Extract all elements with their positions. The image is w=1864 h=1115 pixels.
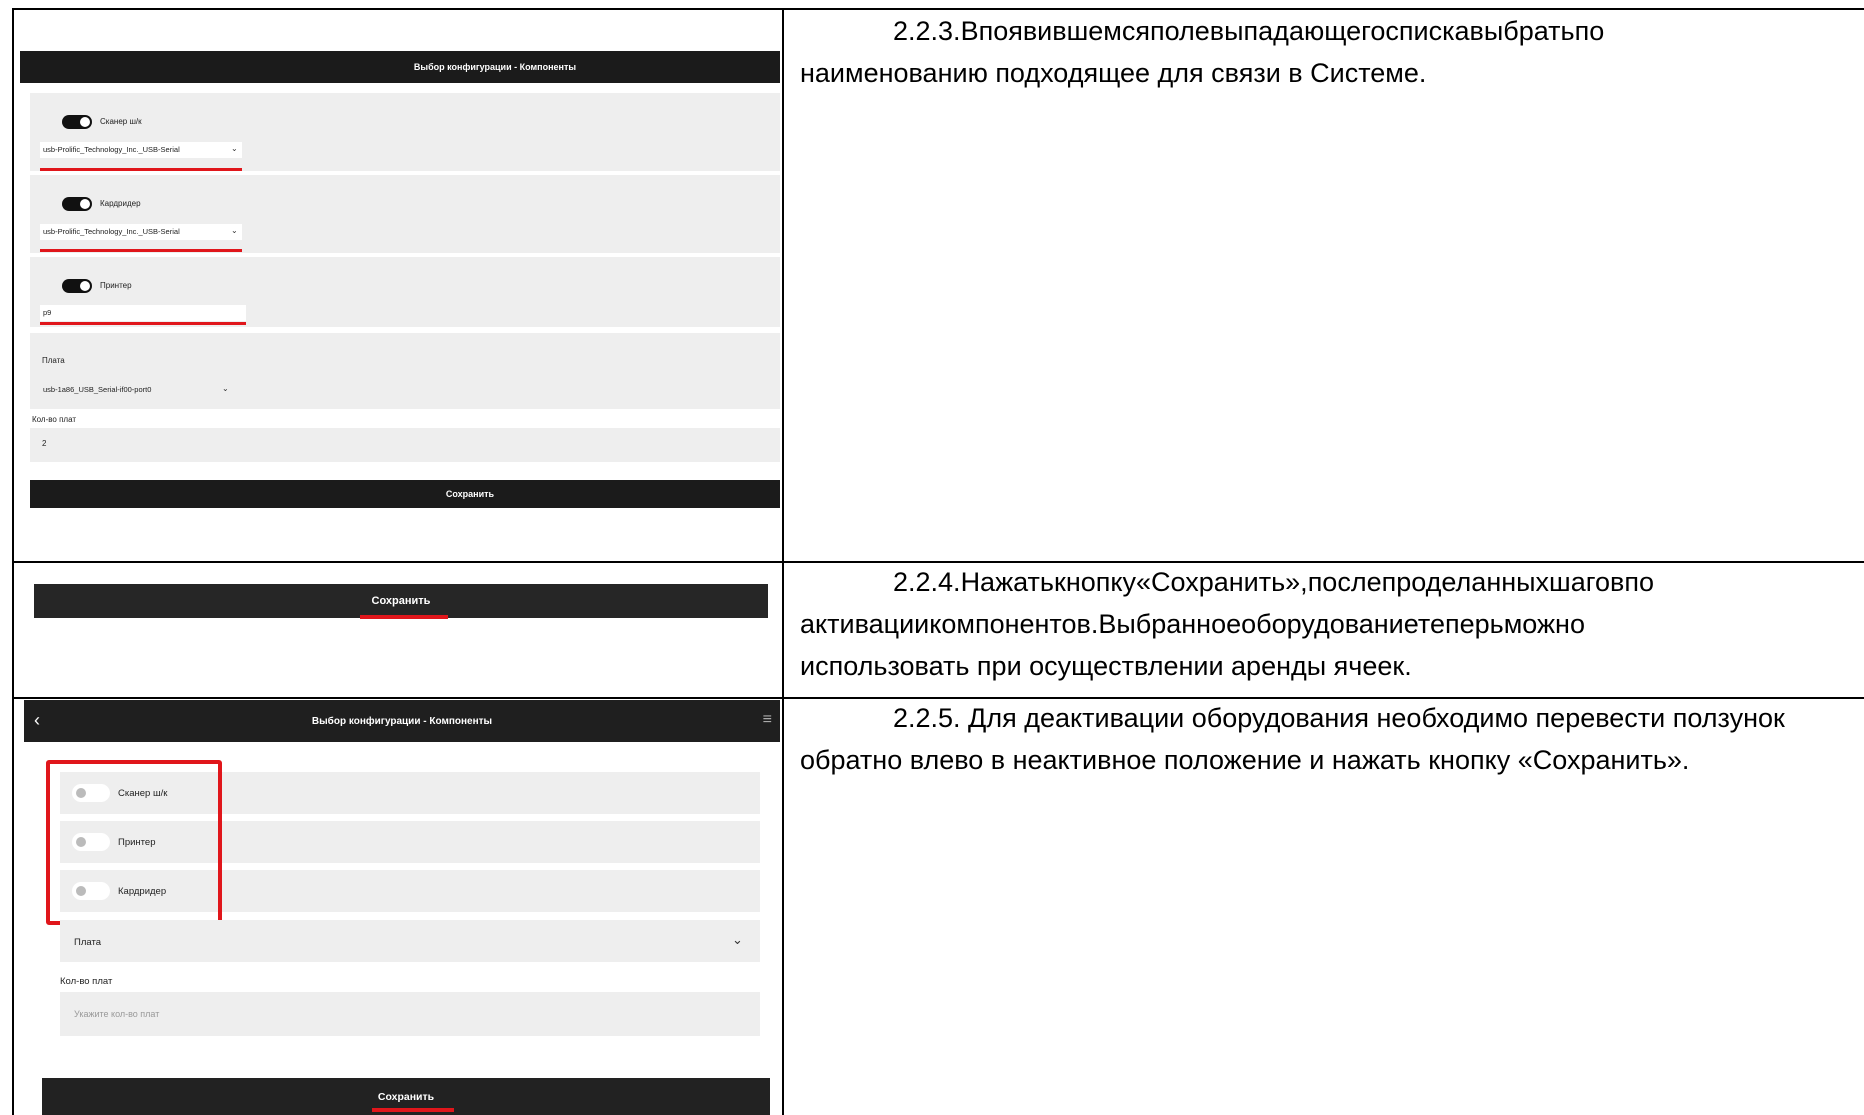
scanner-port-select[interactable]: usb-Prolific_Technology_Inc._USB-Serial [40, 142, 242, 158]
chevron-down-icon: ⌄ [231, 144, 238, 153]
scanner-port-value: usb-Prolific_Technology_Inc._USB-Serial [43, 145, 180, 154]
header-bar: Выбор конфигурации - Компоненты [20, 51, 780, 83]
header-bar: ‹ Выбор конфигурации - Компоненты ≡ [24, 700, 780, 742]
word: «Сохранить», [1135, 567, 1308, 597]
word: оборудование [1241, 609, 1418, 639]
step-2-2-4-line-1: 2.2.4.Нажатькнопку«Сохранить»,послепроде… [800, 561, 1864, 603]
step-2-2-3-line-1: 2.2.3.Впоявившемсяполевыпадающегоспискав… [800, 10, 1864, 52]
word: появившемся [978, 16, 1150, 46]
printer-toggle[interactable] [62, 279, 92, 293]
word: Нажать [960, 567, 1054, 597]
word: по [1574, 16, 1605, 46]
word: списка [1385, 16, 1470, 46]
save-button[interactable]: Сохранить [34, 584, 768, 618]
step-2-2-4-line-2: активациикомпонентов.Выбранноеоборудован… [800, 603, 1864, 645]
screenshot-components-inactive: ‹ Выбор конфигурации - Компоненты ≡ Скан… [14, 700, 780, 1115]
printer-name-value: p9 [43, 308, 52, 317]
step-2-2-4-line-3: использовать при осуществлении аренды яч… [800, 651, 1412, 681]
cardreader-highlight-underline [40, 249, 242, 252]
word: после [1307, 567, 1382, 597]
scanner-label: Сканер ш/к [100, 117, 142, 126]
word: поле [1149, 16, 1210, 46]
step-2-2-5-line-2: обратно влево в неактивное положение и н… [800, 745, 1690, 775]
word: 2.2.4. [893, 567, 961, 597]
board-count-value: 2 [42, 439, 47, 448]
board-port-select[interactable]: usb-1a86_USB_Serial-if00-port0 [40, 382, 250, 398]
word: Выбранное [1098, 609, 1242, 639]
chevron-down-icon: ⌄ [732, 932, 743, 947]
board-label: Плата [74, 937, 101, 948]
word: активации [800, 609, 930, 639]
board-count-label: Кол-во плат [32, 415, 77, 424]
scanner-highlight-underline [40, 168, 242, 171]
save-button-label: Сохранить [445, 489, 495, 499]
save-highlight-underline [360, 615, 448, 619]
step-2-2-3-line-2: наименованию подходящее для связи в Сист… [800, 58, 1427, 88]
save-button[interactable]: Сохранить [30, 480, 780, 508]
board-count-input[interactable]: Укажите кол-во плат [60, 992, 760, 1036]
board-label: Плата [42, 356, 65, 365]
printer-label: Принтер [100, 281, 132, 290]
toggles-highlight-frame [46, 760, 222, 925]
save-button-label: Сохранить [371, 595, 431, 607]
printer-highlight-underline [40, 322, 246, 325]
page-title: Выбор конфигурации - Компоненты [311, 715, 493, 727]
step-2-2-5-text: 2.2.5. Для деактивации оборудования необ… [800, 697, 1864, 781]
word: теперь [1417, 609, 1504, 639]
cardreader-port-value: usb-Prolific_Technology_Inc._USB-Serial [43, 227, 180, 236]
board-port-value: usb-1a86_USB_Serial-if00-port0 [43, 385, 152, 394]
word: шагов [1549, 567, 1625, 597]
word: В [960, 16, 979, 46]
word: 2.2.3. [893, 16, 961, 46]
cardreader-port-select[interactable]: usb-Prolific_Technology_Inc._USB-Serial [40, 224, 242, 240]
board-count-input[interactable]: 2 [30, 428, 780, 462]
cardreader-label: Кардридер [100, 199, 141, 208]
page-title: Выбор конфигурации - Компоненты [413, 62, 577, 72]
document-table: 2.2.3.Впоявившемсяполевыпадающегоспискав… [0, 0, 1864, 1115]
step-2-2-4-text: 2.2.4.Нажатькнопку«Сохранить»,послепроде… [800, 561, 1864, 687]
cardreader-card [30, 175, 780, 253]
step-2-2-5-line-1: 2.2.5. Для деактивации оборудования необ… [893, 703, 1785, 733]
save-button-label: Сохранить [377, 1090, 435, 1103]
step-2-2-3-text: 2.2.3.Впоявившемсяполевыпадающегоспискав… [800, 10, 1864, 94]
menu-icon[interactable]: ≡ [763, 711, 772, 729]
word: компонентов. [929, 609, 1099, 639]
chevron-down-icon: ⌄ [222, 384, 229, 393]
screenshot-components-active: Выбор конфигурации - Компоненты Сканер ш… [20, 45, 780, 515]
printer-name-input[interactable]: p9 [40, 305, 246, 321]
word: выбрать [1469, 16, 1575, 46]
word: проделанных [1381, 567, 1550, 597]
back-icon[interactable]: ‹ [34, 710, 40, 731]
board-count-placeholder: Укажите кол-во плат [74, 1009, 160, 1019]
word: можно [1503, 609, 1585, 639]
word: по [1624, 567, 1654, 597]
word: кнопку [1054, 567, 1136, 597]
scanner-card [30, 93, 780, 171]
save-highlight-underline [372, 1108, 454, 1112]
chevron-down-icon: ⌄ [231, 226, 238, 235]
board-select[interactable]: Плата ⌄ [60, 920, 760, 962]
scanner-toggle[interactable] [62, 115, 92, 129]
screenshot-save-button: Сохранить [20, 570, 780, 690]
cardreader-toggle[interactable] [62, 197, 92, 211]
word: выпадающего [1209, 16, 1386, 46]
board-count-label: Кол-во плат [60, 976, 113, 987]
